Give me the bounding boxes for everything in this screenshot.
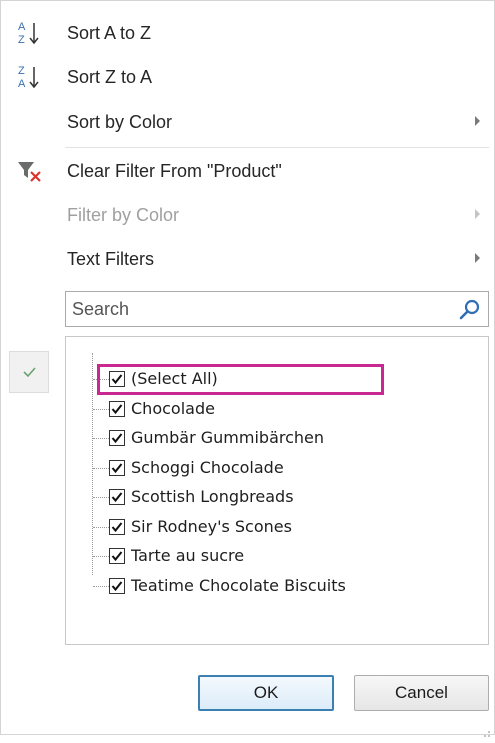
checkmark-icon — [23, 367, 36, 378]
sort-z-to-a-item[interactable]: Z A Sort Z to A — [1, 57, 494, 97]
svg-text:Z: Z — [18, 65, 25, 77]
resize-grip-icon[interactable] — [483, 725, 491, 737]
list-item[interactable]: Chocolade — [66, 395, 486, 424]
filter-by-color-label: Filter by Color — [67, 205, 180, 225]
list-item[interactable]: Sir Rodney's Scones — [66, 513, 486, 542]
checkbox-checked[interactable] — [109, 519, 125, 535]
checkbox-checked[interactable] — [109, 578, 125, 594]
filter-by-color-item: Filter by Color — [1, 195, 494, 235]
sort-descending-icon: Z A — [15, 61, 47, 93]
clear-filter-item[interactable]: Clear Filter From "Product" — [1, 151, 494, 191]
checkbox-checked[interactable] — [109, 489, 125, 505]
checkbox-checked[interactable] — [109, 430, 125, 446]
list-item[interactable]: Teatime Chocolate Biscuits — [66, 572, 486, 601]
list-item-label: Scottish Longbreads — [131, 487, 294, 506]
search-input[interactable] — [66, 292, 450, 326]
text-filters-label: Text Filters — [67, 249, 155, 269]
clear-filter-label: Clear Filter From "Product" — [67, 161, 282, 181]
checkbox-checked[interactable] — [109, 460, 125, 476]
sort-a-to-z-item[interactable]: A Z Sort A to Z — [1, 13, 494, 53]
autofilter-dropdown: A Z Sort A to Z Z A Sort Z to A Sort by … — [0, 0, 495, 737]
list-item-label: Sir Rodney's Scones — [131, 517, 292, 536]
cancel-button[interactable]: Cancel — [354, 675, 489, 711]
tree-connector — [93, 497, 109, 498]
list-item[interactable]: Gumbär Gummibärchen — [66, 424, 486, 453]
highlight-annotation — [97, 364, 384, 395]
svg-text:A: A — [18, 78, 26, 90]
list-item-label: Teatime Chocolate Biscuits — [131, 576, 346, 595]
sort-by-color-label: Sort by Color — [67, 112, 173, 132]
tree-connector — [93, 586, 109, 587]
list-item[interactable]: Schoggi Chocolade — [66, 454, 486, 483]
list-item-label: Gumbär Gummibärchen — [131, 428, 325, 447]
list-item-label: Schoggi Chocolade — [131, 458, 284, 477]
tree-connector — [93, 527, 109, 528]
list-item[interactable]: Tarte au sucre — [66, 542, 486, 571]
ok-button[interactable]: OK — [198, 675, 334, 711]
list-item[interactable]: Scottish Longbreads — [66, 483, 486, 512]
checkbox-checked[interactable] — [109, 401, 125, 417]
submenu-arrow-icon — [475, 116, 480, 126]
svg-text:A: A — [18, 21, 26, 33]
search-icon[interactable] — [458, 298, 482, 322]
sort-z-to-a-label: Sort Z to A — [67, 67, 153, 87]
checkbox-checked[interactable] — [109, 548, 125, 564]
submenu-arrow-icon — [475, 253, 480, 263]
clear-filter-icon — [15, 155, 47, 187]
list-item-label: Chocolade — [131, 399, 215, 418]
list-item-label: Tarte au sucre — [131, 546, 245, 565]
tree-connector — [93, 438, 109, 439]
sort-ascending-icon: A Z — [15, 17, 47, 49]
sort-by-color-item[interactable]: Sort by Color — [1, 102, 494, 142]
submenu-arrow-icon — [475, 209, 480, 219]
text-filters-item[interactable]: Text Filters — [1, 239, 494, 279]
tree-connector — [93, 409, 109, 410]
svg-text:Z: Z — [18, 34, 25, 46]
search-box — [65, 291, 489, 327]
tree-connector — [93, 468, 109, 469]
menu-separator — [65, 147, 489, 148]
sort-a-to-z-label: Sort A to Z — [67, 23, 152, 43]
tree-connector — [93, 556, 109, 557]
checked-indicator — [9, 351, 49, 393]
